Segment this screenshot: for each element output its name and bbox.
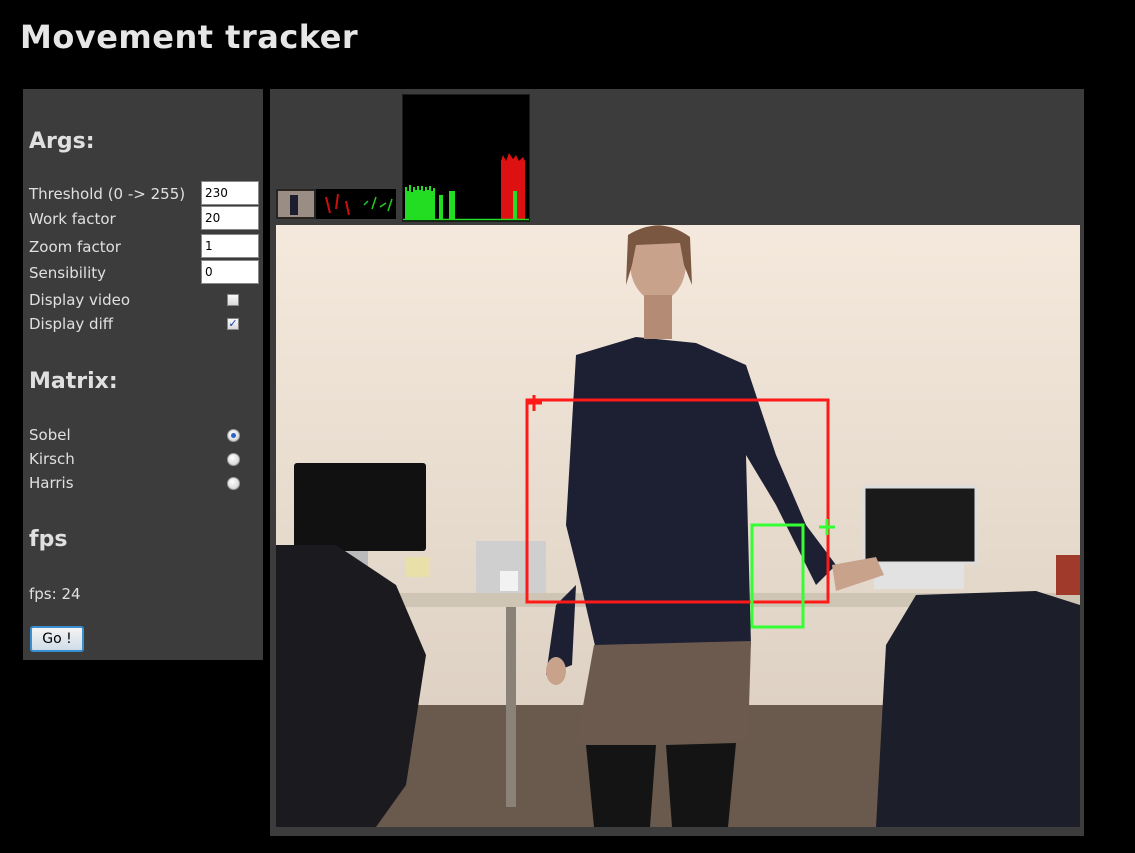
display-video-checkbox[interactable] — [227, 294, 239, 306]
matrix-option-sobel: Sobel — [29, 424, 261, 446]
page-title: Movement tracker — [20, 18, 359, 56]
go-button[interactable]: Go ! — [30, 626, 84, 652]
video-frame — [276, 225, 1080, 827]
viewer-panel — [270, 89, 1084, 836]
work-factor-row: Work factor — [29, 206, 261, 230]
display-diff-row: Display diff ✓ — [29, 313, 261, 335]
sobel-label: Sobel — [29, 426, 71, 444]
zoom-factor-input[interactable] — [201, 234, 259, 258]
fps-value: fps: 24 — [29, 585, 81, 603]
matrix-option-kirsch: Kirsch — [29, 448, 261, 470]
display-diff-checkbox[interactable]: ✓ — [227, 318, 239, 330]
harris-label: Harris — [29, 474, 74, 492]
sensibility-row: Sensibility — [29, 260, 261, 284]
threshold-label: Threshold (0 -> 255) — [29, 185, 186, 203]
matrix-heading: Matrix: — [29, 369, 118, 394]
args-heading: Args: — [29, 129, 95, 154]
display-video-label: Display video — [29, 291, 131, 309]
display-video-row: Display video — [29, 289, 261, 311]
kirsch-radio[interactable] — [227, 453, 240, 466]
threshold-input[interactable] — [201, 181, 259, 205]
sensibility-input[interactable] — [201, 260, 259, 284]
matrix-option-harris: Harris — [29, 472, 261, 494]
controls-panel: Args: Threshold (0 -> 255) Work factor Z… — [23, 89, 263, 660]
sensibility-label: Sensibility — [29, 264, 107, 282]
zoom-factor-row: Zoom factor — [29, 234, 261, 258]
sobel-radio[interactable] — [227, 429, 240, 442]
work-factor-input[interactable] — [201, 206, 259, 230]
frame-thumbnails — [276, 189, 396, 219]
work-factor-label: Work factor — [29, 210, 116, 228]
fps-heading: fps — [29, 527, 68, 552]
display-diff-label: Display diff — [29, 315, 114, 333]
threshold-row: Threshold (0 -> 255) — [29, 181, 261, 205]
motion-histogram — [402, 94, 530, 222]
harris-radio[interactable] — [227, 477, 240, 490]
zoom-factor-label: Zoom factor — [29, 238, 121, 256]
kirsch-label: Kirsch — [29, 450, 75, 468]
